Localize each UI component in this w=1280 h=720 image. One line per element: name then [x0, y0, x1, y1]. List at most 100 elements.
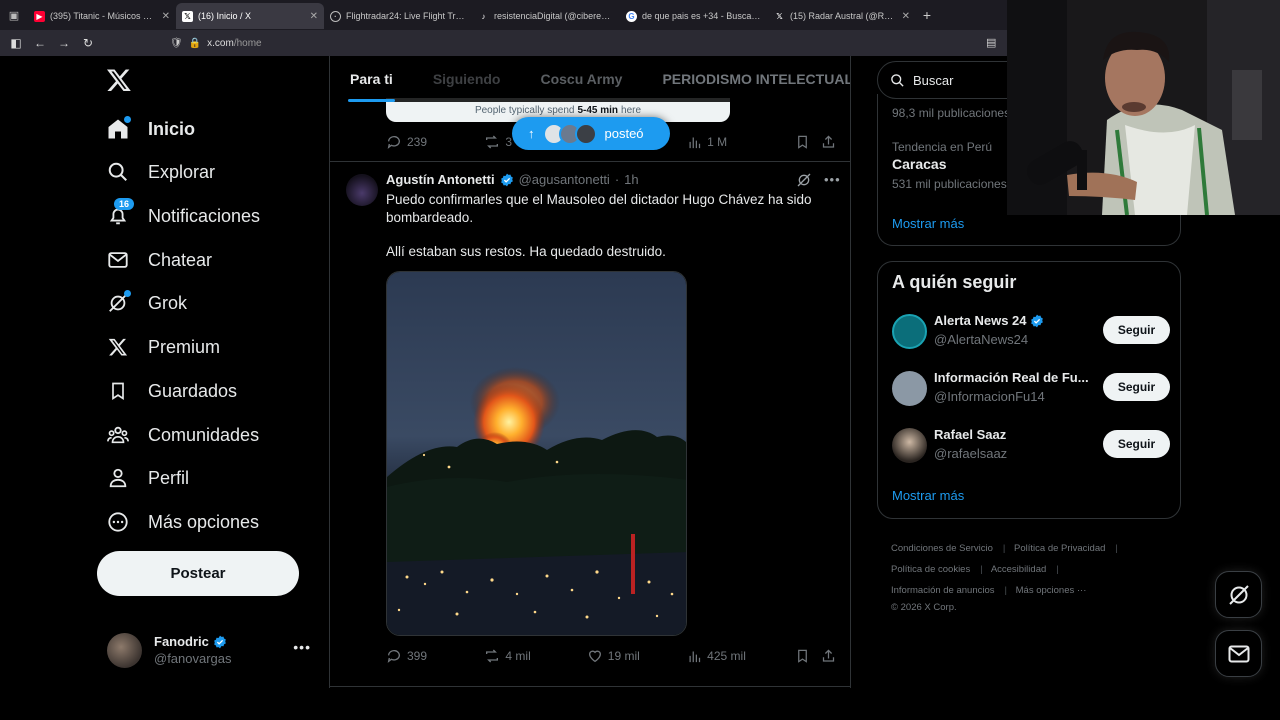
sidebar-toggle-icon[interactable]: ◧	[4, 36, 28, 50]
tab-siguiendo[interactable]: Siguiendo	[413, 56, 521, 102]
reply-count: 399	[407, 649, 428, 663]
follow-button[interactable]: Seguir	[1103, 373, 1170, 401]
tweet-author-handle[interactable]: @agusantonetti	[519, 172, 610, 187]
sidebar-item-guardados[interactable]: Guardados	[106, 371, 237, 411]
tweet-media-image[interactable]	[386, 271, 687, 636]
account-switcher[interactable]: Fanodric @fanovargas •••	[107, 630, 315, 670]
browser-tab-active[interactable]: 𝕏 (16) Inicio / X ✕	[176, 3, 324, 29]
new-tab-button[interactable]: +	[916, 7, 938, 23]
follow-suggestion[interactable]: Información Real de Fu... @InformacionFu…	[892, 369, 1170, 409]
globe-icon: ·	[330, 10, 341, 22]
browser-tab[interactable]: · Flightradar24: Live Flight Tracker	[324, 3, 472, 29]
tweet-paragraph: Allí estaban sus restos. Ha quedado dest…	[386, 244, 666, 259]
repost-icon	[486, 135, 499, 149]
heart-icon	[588, 650, 601, 663]
bookmark-button[interactable]	[795, 134, 821, 150]
reload-button[interactable]: ↻	[76, 36, 100, 50]
forward-button[interactable]: →	[52, 36, 76, 50]
tab-coscu-army[interactable]: Coscu Army	[520, 56, 642, 102]
tab-para-ti[interactable]: Para ti	[330, 56, 413, 102]
tab-overview-icon[interactable]: ▣	[0, 0, 28, 30]
more-dots-icon[interactable]: •••	[293, 639, 311, 655]
show-more-trends-link[interactable]: Mostrar más	[892, 216, 964, 231]
follow-suggestion[interactable]: Rafael Saaz @rafaelsaaz Seguir	[892, 426, 1170, 466]
profile-handle: @fanovargas	[154, 651, 232, 666]
suggestion-name: Información Real de Fu...	[934, 370, 1089, 385]
address-bar[interactable]: 🛡 🔒 x.com/home	[170, 38, 262, 49]
main-feed: Para ti Siguiendo Coscu Army PERIODISMO …	[329, 56, 851, 688]
tab-title: Flightradar24: Live Flight Tracker	[346, 11, 466, 21]
x-logo-icon[interactable]	[106, 66, 132, 94]
bookmark-icon	[106, 379, 130, 403]
copyright: © 2026 X Corp.	[891, 602, 957, 613]
avatar	[892, 371, 927, 406]
footer-link[interactable]: Política de Privacidad	[1014, 543, 1105, 554]
sidebar-item-notificaciones[interactable]: 16 Notificaciones	[106, 196, 260, 236]
repost-count: 4 mil	[505, 649, 531, 663]
close-tab-icon[interactable]: ✕	[310, 11, 318, 22]
reply-button[interactable]: 239	[386, 134, 484, 150]
views-button[interactable]: 1 M	[687, 135, 795, 150]
browser-tab[interactable]: 𝕏 (15) Radar Austral (@RadarAustral) ✕	[768, 3, 916, 29]
reader-view-icon[interactable]: ▤	[986, 36, 996, 49]
arrow-up-icon: ↑	[528, 126, 535, 141]
close-tab-icon[interactable]: ✕	[902, 11, 910, 22]
trend-name[interactable]: Caracas	[892, 156, 947, 172]
new-posts-label: posteó	[604, 126, 644, 141]
sidebar-item-grok[interactable]: Grok	[106, 283, 187, 323]
browser-tab[interactable]: G de que pais es +34 - Buscar con Google	[620, 3, 768, 29]
share-button[interactable]	[821, 134, 836, 150]
new-posts-pill[interactable]: ↑ posteó	[512, 117, 670, 150]
sidebar-item-inicio[interactable]: Inicio	[106, 109, 195, 149]
avatar[interactable]	[346, 174, 378, 206]
footer-link[interactable]: Más opciones ···	[1016, 585, 1087, 596]
verified-badge-icon	[1030, 314, 1043, 327]
sidebar-item-label: Guardados	[148, 380, 238, 401]
like-button[interactable]: 19 mil	[587, 648, 687, 664]
footer-link[interactable]: Información de anuncios	[891, 585, 995, 596]
post-button[interactable]: Postear	[97, 551, 299, 596]
bookmark-button[interactable]	[795, 648, 821, 664]
follow-button[interactable]: Seguir	[1103, 430, 1170, 458]
footer-links: Condiciones de Servicio | Política de Pri…	[891, 538, 1181, 615]
grok-fab-button[interactable]	[1215, 571, 1262, 618]
footer-link[interactable]: Accesibilidad	[991, 564, 1046, 575]
follow-suggestion[interactable]: Alerta News 24 @AlertaNews24 Seguir	[892, 312, 1170, 352]
suggestion-handle: @rafaelsaaz	[934, 446, 1008, 461]
footer-link[interactable]: Condiciones de Servicio	[891, 543, 993, 554]
tab-title: (15) Radar Austral (@RadarAustral)	[790, 11, 895, 21]
like-count: 19 mil	[607, 649, 640, 663]
sidebar-item-mas-opciones[interactable]: Más opciones	[106, 502, 259, 542]
close-tab-icon[interactable]: ✕	[162, 11, 170, 22]
google-icon: G	[626, 10, 637, 22]
views-button[interactable]: 425 mil	[687, 649, 795, 664]
grok-icon[interactable]	[796, 172, 812, 188]
repost-icon	[486, 649, 499, 663]
url-domain: x.com	[207, 37, 234, 49]
profile-name: Fanodric	[154, 634, 209, 649]
footer-link[interactable]: Política de cookies	[891, 564, 970, 575]
tweet-author-name[interactable]: Agustín Antonetti	[386, 172, 495, 187]
browser-tab[interactable]: ♪ resistenciaDigital (@ciberesistencia)	[472, 3, 620, 29]
reply-button[interactable]: 399	[386, 648, 484, 664]
messages-fab-button[interactable]	[1215, 630, 1262, 677]
repost-button[interactable]: 4 mil	[484, 648, 586, 664]
sidebar-item-perfil[interactable]: Perfil	[106, 458, 189, 498]
separator: |	[1115, 543, 1118, 554]
sidebar-item-explorar[interactable]: Explorar	[106, 152, 215, 192]
more-dots-icon[interactable]: •••	[824, 172, 841, 188]
tweet-time[interactable]: 1h	[624, 172, 638, 187]
browser-tab[interactable]: ▶ (395) Titanic - Músicos - YouTube ✕	[28, 3, 176, 29]
sidebar-item-chatear[interactable]: Chatear	[106, 240, 212, 280]
sidebar-item-premium[interactable]: Premium	[106, 327, 220, 367]
tab-periodismo-intelectual[interactable]: PERIODISMO INTELECTUAL	[642, 56, 850, 102]
sidebar-item-comunidades[interactable]: Comunidades	[106, 415, 259, 455]
follow-button[interactable]: Seguir	[1103, 316, 1170, 344]
show-more-follow-link[interactable]: Mostrar más	[892, 488, 964, 503]
back-button[interactable]: ←	[28, 36, 52, 50]
reply-icon	[387, 136, 400, 149]
tweet-header: Agustín Antonetti @agusantonetti · 1h	[386, 172, 639, 187]
x-icon: 𝕏	[182, 10, 193, 22]
share-button[interactable]	[821, 648, 836, 664]
suggestion-handle: @InformacionFu14	[934, 389, 1045, 404]
